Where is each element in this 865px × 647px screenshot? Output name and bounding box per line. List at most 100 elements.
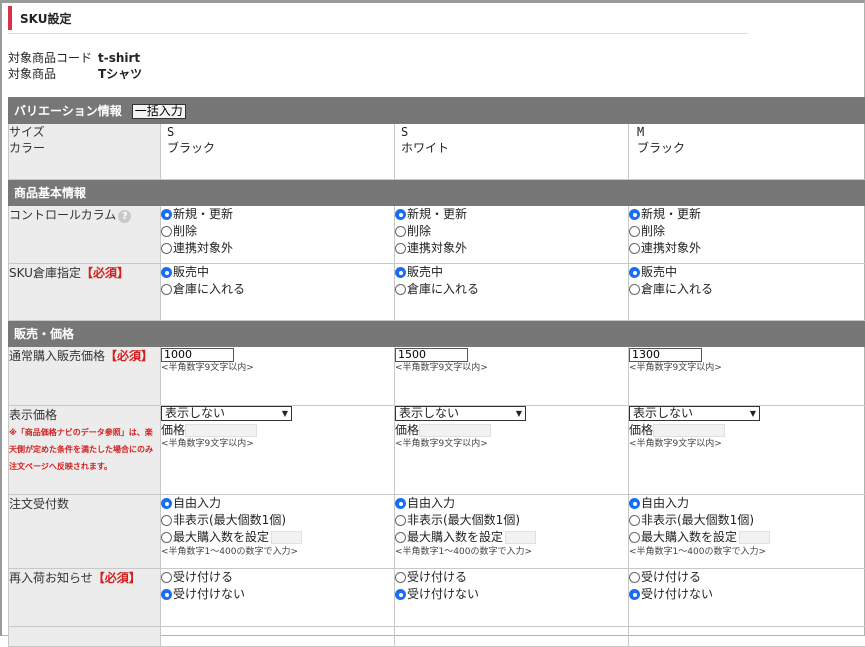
- order-option[interactable]: 非表示(最大個数1個): [395, 512, 628, 529]
- order-option[interactable]: 非表示(最大個数1個): [161, 512, 394, 529]
- control-option[interactable]: 連携対象外: [395, 240, 628, 257]
- radio-icon[interactable]: [161, 226, 172, 237]
- radio-icon[interactable]: [629, 589, 640, 600]
- price-label-cell: 通常購入販売価格【必須】: [9, 347, 161, 406]
- radio-icon[interactable]: [161, 572, 172, 583]
- radio-icon[interactable]: [161, 589, 172, 600]
- order-option[interactable]: 最大購入数を設定: [161, 529, 394, 546]
- radio-icon[interactable]: [395, 267, 406, 278]
- order-option[interactable]: 自由入力: [395, 495, 628, 512]
- order-option[interactable]: 自由入力: [161, 495, 394, 512]
- radio-icon[interactable]: [629, 267, 640, 278]
- bulk-input-button[interactable]: 一括入力: [132, 104, 186, 119]
- restock-option[interactable]: 受け付けない: [161, 586, 394, 603]
- color-label: カラー: [9, 140, 160, 156]
- control-option[interactable]: 削除: [395, 223, 628, 240]
- radio-icon[interactable]: [629, 226, 640, 237]
- display-price-label-cell: 表示価格 ※「商品価格ナビのデータ参照」は、楽天側が定めた条件を満たした場合にの…: [9, 406, 161, 495]
- display-price-input[interactable]: [185, 424, 257, 437]
- radio-icon[interactable]: [629, 284, 640, 295]
- max-purchase-input[interactable]: [505, 531, 536, 544]
- radio-icon[interactable]: [629, 209, 640, 220]
- required-mark: 【必須】: [93, 571, 141, 585]
- radio-icon[interactable]: [395, 532, 406, 543]
- section-basic-title: 商品基本情報: [14, 186, 86, 200]
- radio-label: 連携対象外: [641, 240, 701, 257]
- order-option[interactable]: 最大購入数を設定: [629, 529, 865, 546]
- radio-label: 販売中: [407, 264, 443, 281]
- radio-icon[interactable]: [161, 209, 172, 220]
- radio-icon[interactable]: [161, 532, 172, 543]
- radio-icon[interactable]: [395, 589, 406, 600]
- price-input[interactable]: [161, 348, 234, 362]
- max-purchase-input[interactable]: [271, 531, 302, 544]
- radio-icon[interactable]: [161, 284, 172, 295]
- display-price-hint: <半角数字9文字以内>: [395, 438, 628, 451]
- restock-option[interactable]: 受け付けない: [395, 586, 628, 603]
- control-option[interactable]: 削除: [161, 223, 394, 240]
- radio-icon[interactable]: [395, 515, 406, 526]
- order-option[interactable]: 非表示(最大個数1個): [629, 512, 865, 529]
- product-code-row: 対象商品コードt-shirt: [8, 49, 140, 66]
- restock-option[interactable]: 受け付ける: [629, 569, 865, 586]
- order-option[interactable]: 最大購入数を設定: [395, 529, 628, 546]
- price-hint: <半角数字9文字以内>: [395, 362, 628, 375]
- help-icon[interactable]: ?: [118, 210, 131, 223]
- variation-col-1: S ブラック: [161, 124, 395, 180]
- radio-icon[interactable]: [395, 209, 406, 220]
- warehouse-option[interactable]: 倉庫に入れる: [629, 281, 865, 298]
- warehouse-option[interactable]: 販売中: [395, 264, 628, 281]
- radio-icon[interactable]: [395, 284, 406, 295]
- next-row-cell: [395, 627, 629, 647]
- restock-option[interactable]: 受け付ける: [395, 569, 628, 586]
- warehouse-option[interactable]: 販売中: [629, 264, 865, 281]
- radio-icon[interactable]: [161, 267, 172, 278]
- warehouse-option[interactable]: 倉庫に入れる: [161, 281, 394, 298]
- display-price-select[interactable]: 表示しない▼: [161, 406, 292, 421]
- next-row-partial: [9, 627, 865, 647]
- max-purchase-input[interactable]: [739, 531, 770, 544]
- radio-icon[interactable]: [395, 498, 406, 509]
- radio-icon[interactable]: [629, 515, 640, 526]
- control-option[interactable]: 新規・更新: [629, 206, 865, 223]
- radio-icon[interactable]: [629, 498, 640, 509]
- control-option[interactable]: 新規・更新: [395, 206, 628, 223]
- product-code-label: 対象商品コード: [8, 49, 98, 66]
- product-code-value: t-shirt: [98, 51, 140, 65]
- display-price-hint: <半角数字9文字以内>: [629, 438, 865, 451]
- radio-label: 連携対象外: [407, 240, 467, 257]
- radio-label: 非表示(最大個数1個): [173, 512, 286, 529]
- display-price-select[interactable]: 表示しない▼: [629, 406, 760, 421]
- warehouse-option[interactable]: 販売中: [161, 264, 394, 281]
- radio-icon[interactable]: [395, 226, 406, 237]
- control-option[interactable]: 新規・更新: [161, 206, 394, 223]
- radio-icon[interactable]: [629, 532, 640, 543]
- radio-icon[interactable]: [161, 515, 172, 526]
- radio-label: 非表示(最大個数1個): [641, 512, 754, 529]
- control-column-label-cell: コントロールカラム?: [9, 206, 161, 264]
- display-price-input[interactable]: [419, 424, 491, 437]
- radio-icon[interactable]: [629, 572, 640, 583]
- control-column-label: コントロールカラム: [9, 208, 116, 222]
- control-option[interactable]: 連携対象外: [161, 240, 394, 257]
- price-input[interactable]: [629, 348, 702, 362]
- control-option[interactable]: 連携対象外: [629, 240, 865, 257]
- warehouse-option[interactable]: 倉庫に入れる: [395, 281, 628, 298]
- order-option[interactable]: 自由入力: [629, 495, 865, 512]
- control-option[interactable]: 削除: [629, 223, 865, 240]
- restock-option[interactable]: 受け付けない: [629, 586, 865, 603]
- display-price-input[interactable]: [653, 424, 725, 437]
- price-col-3: <半角数字9文字以内>: [629, 347, 865, 406]
- display-price-select[interactable]: 表示しない▼: [395, 406, 526, 421]
- radio-icon[interactable]: [395, 243, 406, 254]
- radio-label: 自由入力: [641, 495, 689, 512]
- radio-icon[interactable]: [161, 243, 172, 254]
- product-name-label: 対象商品: [8, 65, 98, 82]
- variation-size: S: [167, 124, 394, 140]
- restock-option[interactable]: 受け付ける: [161, 569, 394, 586]
- radio-icon[interactable]: [395, 572, 406, 583]
- radio-icon[interactable]: [161, 498, 172, 509]
- radio-icon[interactable]: [629, 243, 640, 254]
- price-input[interactable]: [395, 348, 468, 362]
- radio-label: 自由入力: [173, 495, 221, 512]
